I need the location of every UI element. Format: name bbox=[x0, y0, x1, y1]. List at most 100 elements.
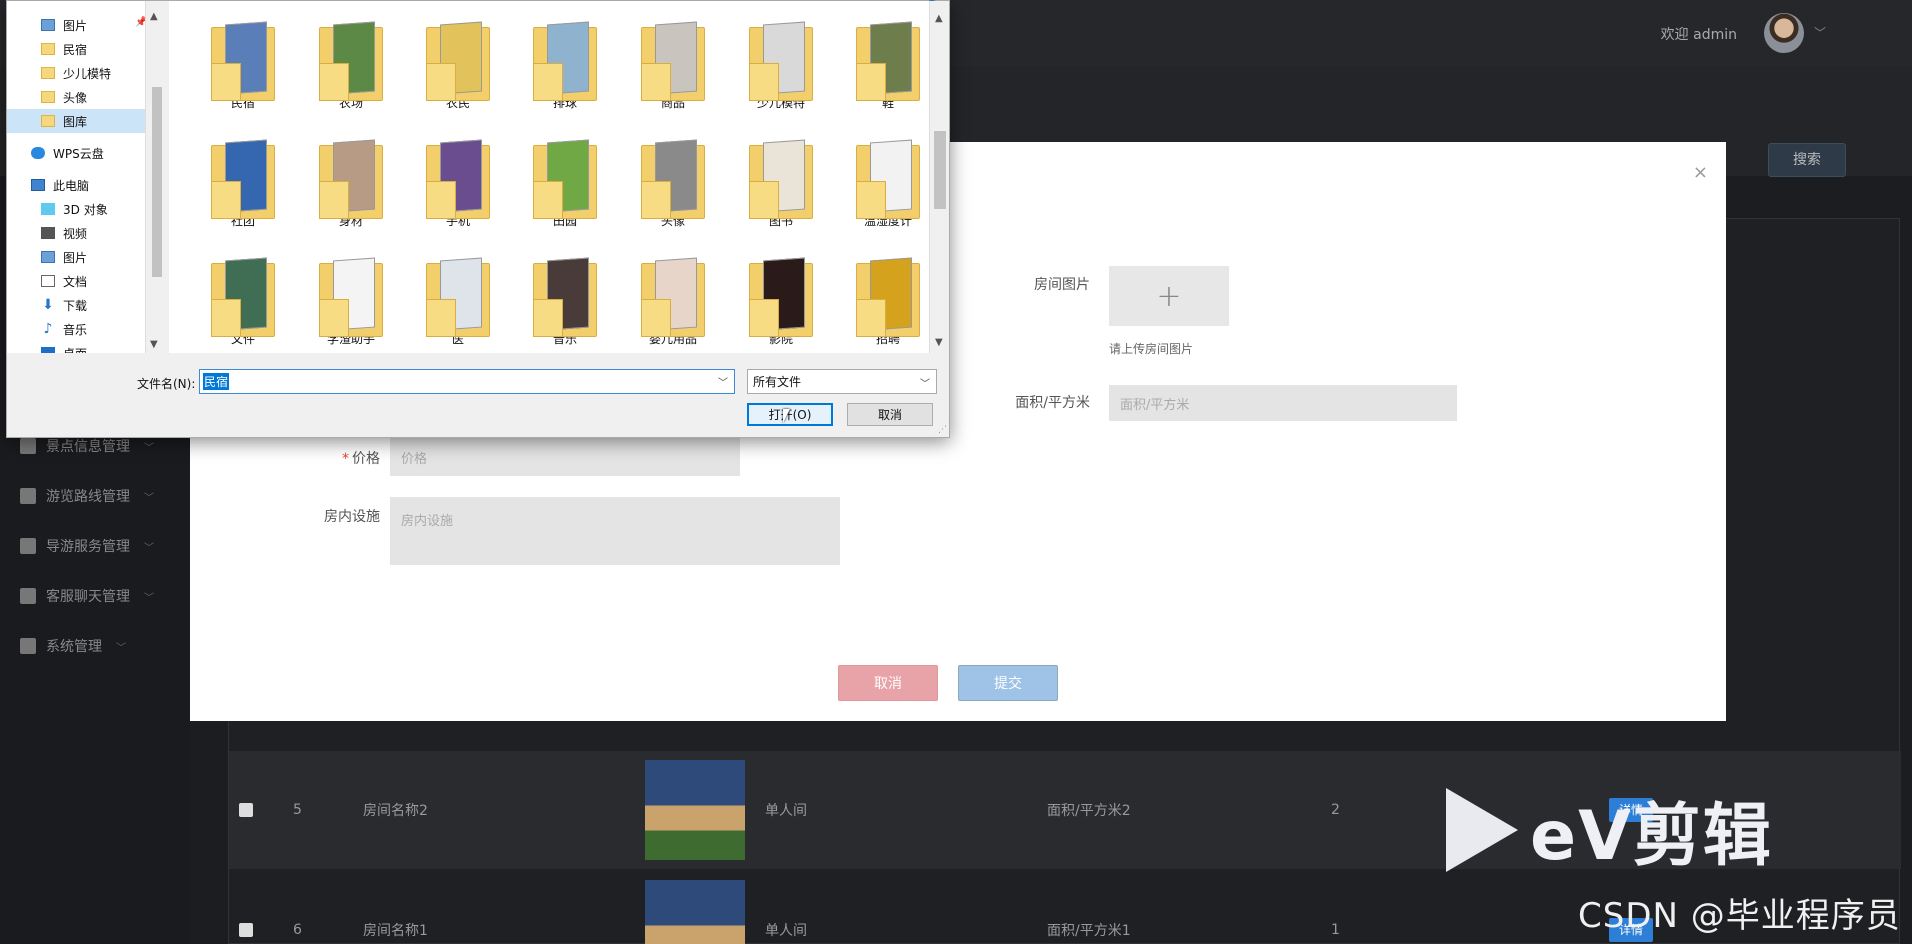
computer-icon bbox=[31, 179, 45, 191]
image-upload-button[interactable]: + bbox=[1109, 266, 1229, 326]
chevron-down-icon[interactable]: ﹀ bbox=[718, 374, 728, 389]
folder-item[interactable]: 招聘 bbox=[842, 237, 929, 347]
room-type: 单人间 bbox=[765, 923, 807, 939]
nav-item[interactable]: 此电脑 bbox=[7, 173, 145, 197]
nav-item[interactable]: 图片 bbox=[7, 13, 145, 37]
dialog-cancel-button[interactable]: 取消 bbox=[847, 403, 933, 426]
sidebar-item-routes[interactable]: 游览路线管理 ﹀ bbox=[20, 486, 154, 506]
folder-item[interactable]: 身材 bbox=[305, 119, 397, 229]
folder-item[interactable]: 商品 bbox=[627, 1, 719, 111]
folder-item[interactable]: 图书 bbox=[735, 119, 827, 229]
sidebar-item-chat[interactable]: 客服聊天管理 ﹀ bbox=[20, 586, 154, 606]
cancel-button[interactable]: 取消 bbox=[838, 665, 938, 701]
nav-item-label: 文档 bbox=[63, 274, 88, 289]
scroll-up-icon[interactable]: ▲ bbox=[150, 11, 158, 22]
folder-grid: 民宿 农场 农民 排球 商品 少儿模特鞋社团 身材 手机 田园 头像 图书 温湿度计文件 学渣助手医音乐… bbox=[169, 1, 929, 353]
folder-item[interactable]: 农民 bbox=[412, 1, 504, 111]
folder-item[interactable]: 民宿 bbox=[197, 1, 289, 111]
nav-item[interactable]: 头像 bbox=[7, 85, 145, 109]
video-icon bbox=[41, 227, 55, 239]
folder-item[interactable]: 田园 bbox=[519, 119, 611, 229]
chevron-down-icon[interactable]: ﹀ bbox=[1814, 24, 1826, 41]
folder-icon bbox=[41, 67, 55, 79]
folder-item[interactable]: 头像 bbox=[627, 119, 719, 229]
folder-item[interactable]: 农场 bbox=[305, 1, 397, 111]
sidebar-item-guide[interactable]: 导游服务管理 ﹀ bbox=[20, 536, 154, 556]
nav-item[interactable]: 图库 bbox=[7, 109, 145, 133]
nav-item[interactable]: 少儿模特 bbox=[7, 61, 145, 85]
chevron-down-icon: ﹀ bbox=[144, 442, 154, 454]
nav-item[interactable]: ⬇ 下载 bbox=[7, 293, 145, 317]
close-icon[interactable]: × bbox=[1693, 162, 1708, 183]
folder-item[interactable]: 文件 bbox=[197, 237, 289, 347]
folder-icon bbox=[211, 21, 275, 101]
filetype-select[interactable]: 所有文件 ﹀ bbox=[747, 369, 937, 394]
nav-item-label: WPS云盘 bbox=[53, 146, 104, 161]
room-count: 2 bbox=[1331, 802, 1340, 818]
folder-icon bbox=[749, 257, 813, 337]
guide-icon bbox=[20, 538, 36, 554]
submit-button[interactable]: 提交 bbox=[958, 665, 1058, 701]
room-thumbnail bbox=[645, 760, 745, 860]
avatar[interactable] bbox=[1764, 13, 1804, 53]
nav-item-label: 头像 bbox=[63, 90, 88, 105]
folder-item[interactable]: 影院 bbox=[735, 237, 827, 347]
sidebar-item-system[interactable]: 系统管理 ﹀ bbox=[20, 636, 126, 656]
folder-icon bbox=[533, 21, 597, 101]
folder-item[interactable]: 音乐 bbox=[519, 237, 611, 347]
folder-item[interactable]: 社团 bbox=[197, 119, 289, 229]
content-scrollbar[interactable]: ▲ ▼ bbox=[929, 1, 949, 353]
sidebar-item-scenic[interactable]: 景点信息管理 ﹀ bbox=[20, 436, 154, 456]
mouse-cursor bbox=[783, 409, 797, 423]
folder-item[interactable]: 温湿度计 bbox=[842, 119, 929, 229]
facilities-textarea[interactable]: 房内设施 bbox=[390, 497, 840, 565]
folder-item[interactable]: 学渣助手 bbox=[305, 237, 397, 347]
chevron-down-icon: ﹀ bbox=[920, 379, 930, 390]
picture-icon bbox=[41, 19, 55, 31]
folder-item[interactable]: 手机 bbox=[412, 119, 504, 229]
file-open-dialog: 图片民宿少儿模特头像图库WPS云盘此电脑3D 对象视频图片文档⬇下载♪音乐桌面 … bbox=[6, 0, 950, 438]
folder-icon bbox=[211, 139, 275, 219]
upload-hint: 请上传房间图片 bbox=[1109, 342, 1194, 356]
nav-item[interactable]: 桌面 bbox=[7, 341, 145, 353]
room-name: 房间名称2 bbox=[363, 803, 428, 819]
nav-item[interactable]: 文档 bbox=[7, 269, 145, 293]
nav-item[interactable]: WPS云盘 bbox=[7, 141, 145, 165]
folder-item[interactable]: 鞋 bbox=[842, 1, 929, 111]
folder-icon bbox=[856, 21, 920, 101]
folder-icon bbox=[856, 139, 920, 219]
nav-item[interactable]: 图片 bbox=[7, 245, 145, 269]
scroll-down-icon[interactable]: ▼ bbox=[150, 339, 158, 350]
folder-item[interactable]: 少儿模特 bbox=[735, 1, 827, 111]
resize-grip-icon[interactable]: ⋰ bbox=[938, 425, 947, 435]
filename-input[interactable]: 民宿 ﹀ bbox=[199, 369, 735, 394]
scroll-thumb[interactable] bbox=[152, 87, 162, 277]
price-field[interactable]: 价格 bbox=[390, 438, 740, 476]
nav-scrollbar[interactable]: ▲ ▼ bbox=[145, 1, 167, 353]
scroll-up-icon[interactable]: ▲ bbox=[935, 13, 943, 24]
folder-icon bbox=[41, 115, 55, 127]
room-type: 单人间 bbox=[765, 803, 807, 819]
folder-item[interactable]: 医 bbox=[412, 237, 504, 347]
folder-icon bbox=[319, 257, 383, 337]
area-field[interactable]: 面积/平方米 bbox=[1109, 385, 1457, 421]
search-button[interactable]: 搜索 bbox=[1768, 143, 1846, 177]
folder-icon bbox=[641, 257, 705, 337]
nav-item[interactable]: 民宿 bbox=[7, 37, 145, 61]
facilities-placeholder: 房内设施 bbox=[401, 514, 454, 529]
nav-item-label: 少儿模特 bbox=[63, 66, 112, 81]
scroll-thumb[interactable] bbox=[934, 131, 946, 209]
row-checkbox[interactable] bbox=[239, 803, 253, 817]
folder-icon bbox=[426, 21, 490, 101]
folder-item[interactable]: 排球 bbox=[519, 1, 611, 111]
nav-item[interactable]: 3D 对象 bbox=[7, 197, 145, 221]
scroll-down-icon[interactable]: ▼ bbox=[935, 337, 943, 348]
folder-item[interactable]: 婴儿用品 bbox=[627, 237, 719, 347]
plus-icon: + bbox=[1156, 278, 1182, 314]
row-checkbox[interactable] bbox=[239, 923, 253, 937]
price-label: * 价格 bbox=[270, 448, 380, 468]
chevron-down-icon: ﹀ bbox=[144, 492, 154, 504]
nav-item[interactable]: ♪ 音乐 bbox=[7, 317, 145, 341]
nav-item[interactable]: 视频 bbox=[7, 221, 145, 245]
system-icon bbox=[20, 638, 36, 654]
